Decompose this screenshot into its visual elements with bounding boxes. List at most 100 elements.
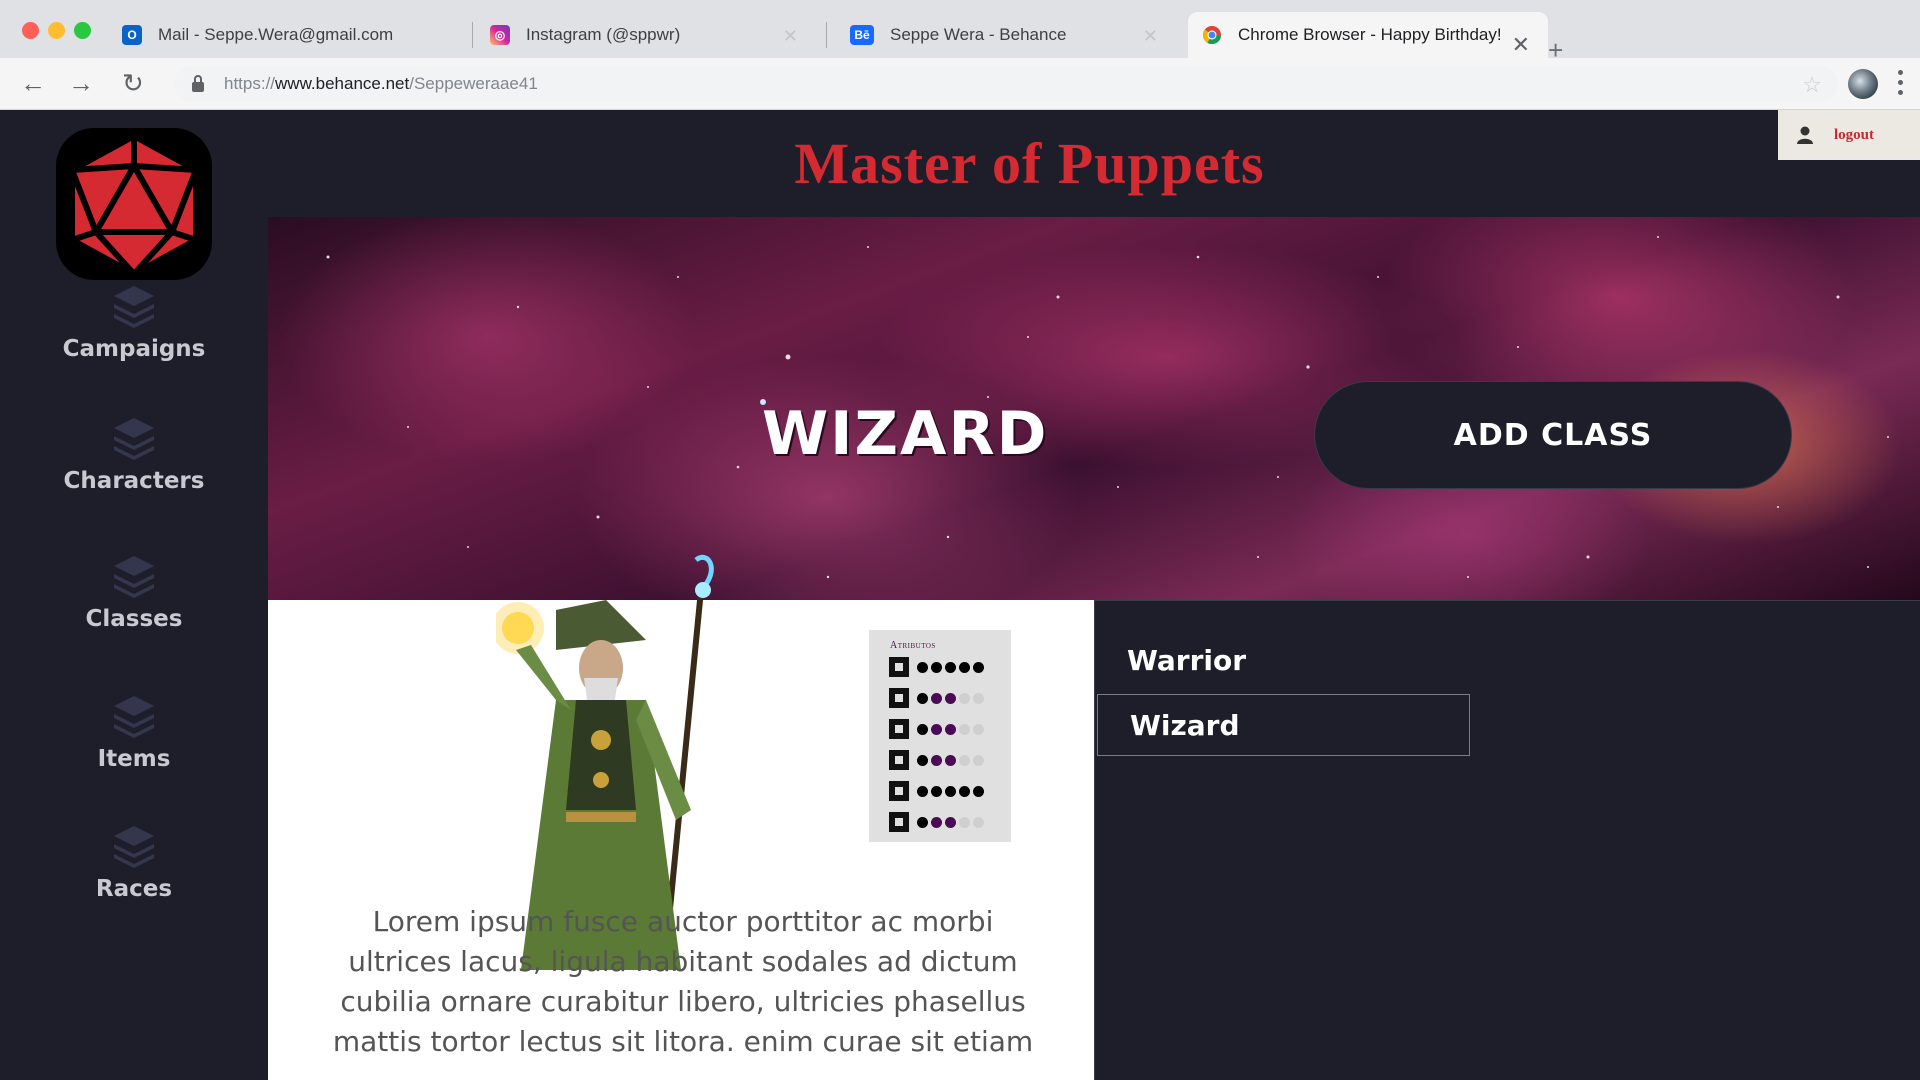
rating-dot-filled [931,692,942,704]
rating-dot-empty [959,754,970,766]
tab-title: Instagram (@sppwr) [526,25,681,44]
spirit-icon [889,750,909,770]
instagram-icon: ◎ [490,25,510,45]
close-icon[interactable]: ✕ [1512,32,1530,58]
rating-dot-filled [931,661,942,673]
profile-avatar[interactable] [1848,69,1878,99]
new-tab-button[interactable]: + [1548,37,1563,63]
logout-button[interactable]: logout [1778,110,1920,160]
rating-dot-empty [973,723,984,735]
layers-icon [114,286,154,328]
page-title: Master of Puppets [794,131,1265,196]
rating-dot-empty [959,692,970,704]
close-icon[interactable]: ✕ [783,26,798,47]
sidebar-item-classes[interactable]: Classes [0,552,268,632]
endurance-icon [889,781,909,801]
rating-dot-filled [917,785,928,797]
rating-dot-filled [931,785,942,797]
sidebar-item-campaigns[interactable]: Campaigns [0,282,268,362]
rating-dot-filled [917,754,928,766]
attributes-title: Atributos [890,640,936,651]
browser-tab-behance[interactable]: Bē Seppe Wera - Behance ✕ [836,12,1176,58]
rating-dot-empty [973,754,984,766]
layers-icon [114,696,154,738]
address-bar[interactable]: https://www.behance.net/Seppeweraae41 ☆ [174,66,1838,102]
rating-dot-filled [917,661,928,673]
rating-dot-filled [931,754,942,766]
rating-dot-empty [959,723,970,735]
rating-dot-filled [945,754,956,766]
back-arrow-icon[interactable]: ← [20,70,46,96]
sidebar: Campaigns Characters Classes Items Races [0,110,268,1080]
rating-dot-filled [945,723,956,735]
attribute-row [889,687,987,709]
attribute-row [889,811,987,833]
agility-icon [889,688,909,708]
browser-tab-bar: O Mail - Seppe.Wera@gmail.com ◎ Instagra… [0,0,1920,63]
window-maximize-button[interactable] [74,22,91,39]
class-list-item-wizard[interactable]: Wizard [1097,694,1470,756]
tab-separator [826,22,827,48]
layers-icon [114,418,154,460]
strength-icon [889,657,909,677]
class-description: Lorem ipsum fusce auctor porttitor ac mo… [332,905,1034,1058]
app-page: Campaigns Characters Classes Items Races [0,110,1920,1080]
attributes-panel: Atributos [869,630,1011,842]
browser-tab-chrome[interactable]: Chrome Browser - Happy Birthday! ✕ [1188,12,1548,58]
d20-logo[interactable] [56,128,212,280]
rating-dot-filled [945,661,956,673]
sidebar-item-label: Campaigns [62,336,206,362]
rating-dot-empty [959,816,970,828]
rating-dot-filled [917,723,928,735]
class-list-item-warrior[interactable]: Warrior [1095,629,1468,691]
browser-tab-mail[interactable]: O Mail - Seppe.Wera@gmail.com [108,12,468,58]
class-list: Warrior Wizard [1094,600,1920,1080]
rating-dot-filled [959,661,970,673]
rating-dot-filled [945,692,956,704]
browser-tab-instagram[interactable]: ◎ Instagram (@sppwr) ✕ [476,12,816,58]
sidebar-item-items[interactable]: Items [0,692,268,772]
sidebar-item-label: Items [97,746,171,772]
rating-dot-empty [973,816,984,828]
window-close-button[interactable] [22,22,39,39]
tab-separator [472,22,473,48]
sidebar-item-races[interactable]: Races [0,822,268,902]
behance-icon: Bē [850,25,874,45]
attribute-row [889,718,987,740]
rating-dot-filled [917,692,928,704]
window-minimize-button[interactable] [48,22,65,39]
reload-icon[interactable]: ↻ [122,70,144,96]
sidebar-item-label: Classes [85,606,183,632]
browser-menu-icon[interactable] [1898,70,1904,98]
rating-dot-filled [959,785,970,797]
url-text: https://www.behance.net/Seppeweraae41 [224,74,538,93]
sidebar-item-characters[interactable]: Characters [0,414,268,494]
logout-label: logout [1834,126,1875,143]
rating-dot-filled [973,785,984,797]
sidebar-item-label: Races [95,876,173,902]
rating-dot-filled [945,816,956,828]
add-class-button[interactable]: ADD CLASS [1314,381,1792,489]
browser-toolbar: ← → ↻ https://www.behance.net/Seppeweraa… [0,58,1920,110]
lock-icon [192,75,204,92]
tab-title: Mail - Seppe.Wera@gmail.com [158,25,394,44]
outlook-icon: O [122,25,142,45]
bookmark-star-icon[interactable]: ☆ [1802,72,1822,98]
rating-dot-filled [973,661,984,673]
perception-icon [889,719,909,739]
tab-title: Seppe Wera - Behance [890,25,1067,44]
layers-icon [114,556,154,598]
close-icon[interactable]: ✕ [1143,26,1158,47]
rating-dot-filled [931,723,942,735]
user-icon [1797,126,1813,144]
rating-dot-empty [973,692,984,704]
tab-title: Chrome Browser - Happy Birthday! [1238,25,1502,44]
attribute-row [889,749,987,771]
attribute-row [889,780,987,802]
class-title: WIZARD [762,399,1049,469]
forward-arrow-icon[interactable]: → [68,70,94,96]
class-detail-panel: Atributos Lorem ipsum fusce auctor portt… [268,554,1094,1080]
sidebar-item-label: Characters [63,468,205,494]
layers-icon [114,826,154,868]
balance-icon [889,812,909,832]
